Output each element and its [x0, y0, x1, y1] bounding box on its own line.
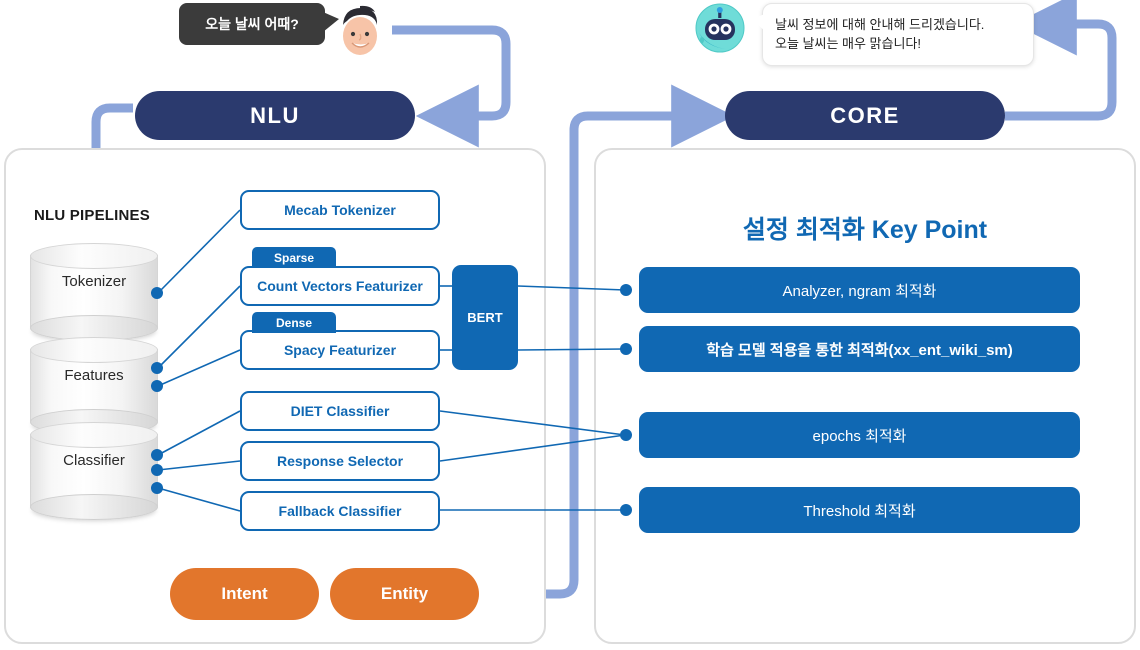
nlu-header-pill[interactable]: NLU: [135, 91, 415, 140]
component-spacy-featurizer[interactable]: Spacy Featurizer: [240, 330, 440, 370]
stage-label-classifier: Classifier: [63, 452, 125, 469]
output-pill-entity[interactable]: Entity: [330, 568, 479, 620]
bot-message-line-2: 오늘 날씨는 매우 맑습니다!: [775, 35, 922, 51]
component-response-selector[interactable]: Response Selector: [240, 441, 440, 481]
core-header-pill[interactable]: CORE: [725, 91, 1005, 140]
key-point-item-analyzer-ngram[interactable]: Analyzer, ngram 최적화: [639, 267, 1080, 313]
diagram-canvas: 오늘 날씨 어때? 날씨 정보에 대해 안내해 드리겠습니다. 오늘 날씨는 매…: [0, 0, 1140, 650]
robot-face-icon: [695, 3, 745, 53]
component-bert-box[interactable]: BERT: [452, 265, 518, 370]
key-point-item-epochs[interactable]: epochs 최적화: [639, 412, 1080, 458]
component-diet-classifier[interactable]: DIET Classifier: [240, 391, 440, 431]
nlu-header-label: NLU: [250, 102, 300, 128]
user-face-icon: [343, 5, 378, 55]
stage-label-features: Features: [64, 367, 124, 384]
component-mecab-tokenizer[interactable]: Mecab Tokenizer: [240, 190, 440, 230]
key-point-title: 설정 최적화 Key Point: [742, 216, 988, 244]
stage-label-tokenizer: Tokenizer: [61, 273, 127, 290]
tag-sparse: Sparse: [252, 247, 336, 268]
key-point-item-threshold[interactable]: Threshold 최적화: [639, 487, 1080, 533]
cylinder-top: [30, 243, 158, 269]
tag-dense: Dense: [252, 312, 336, 333]
nlu-pipelines-title: NLU PIPELINES: [34, 207, 150, 224]
output-pill-intent[interactable]: Intent: [170, 568, 319, 620]
core-header-label: CORE: [830, 102, 900, 128]
cylinder-bottom: [30, 494, 158, 520]
key-point-item-pretrained-model[interactable]: 학습 모델 적용을 통한 최적화(xx_ent_wiki_sm): [639, 326, 1080, 372]
component-fallback-classifier[interactable]: Fallback Classifier: [240, 491, 440, 531]
cylinder-top: [30, 422, 158, 448]
user-speech-bubble: 오늘 날씨 어때?: [179, 3, 339, 45]
cylinder-top: [30, 337, 158, 363]
bot-speech-bubble: 날씨 정보에 대해 안내해 드리겠습니다. 오늘 날씨는 매우 맑습니다!: [751, 3, 1034, 66]
component-count-vectors-featurizer[interactable]: Count Vectors Featurizer: [240, 266, 440, 306]
bot-message-line-1: 날씨 정보에 대해 안내해 드리겠습니다.: [775, 16, 985, 32]
user-message-text: 오늘 날씨 어때?: [205, 16, 299, 32]
